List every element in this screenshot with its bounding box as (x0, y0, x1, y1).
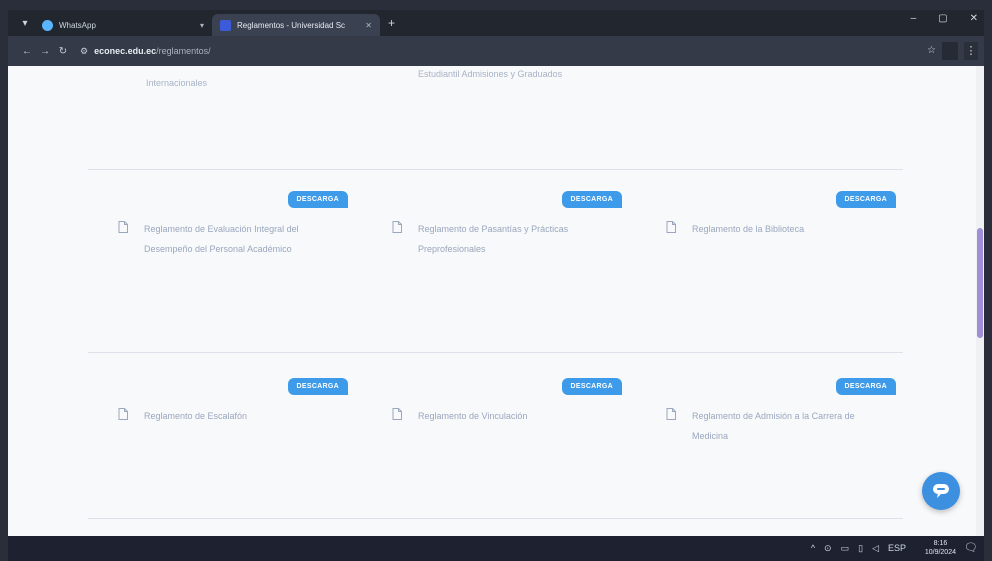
whatsapp-favicon-icon (42, 19, 53, 31)
address-bar: ← → ↻ ⚙ econec.edu.ec/reglamentos/ ☆ ⋮ (8, 36, 984, 66)
download-button[interactable]: DESCARGA (835, 378, 896, 395)
previous-card-title-fragment[interactable]: Estudiantil Admisiones y Graduados (418, 67, 578, 82)
previous-card-title-fragment[interactable]: Internacionales (146, 76, 207, 91)
regulation-link[interactable]: Reglamento de Pasantías y Prácticas Prep… (418, 219, 598, 259)
regulation-card: DESCARGA Reglamento de Vinculación (368, 378, 628, 488)
document-icon (118, 221, 128, 233)
document-icon (666, 221, 676, 233)
notifications-icon[interactable]: 🗨 (964, 541, 978, 554)
profile-avatar[interactable] (942, 42, 958, 60)
section-divider (88, 518, 903, 519)
regulation-card: DESCARGA Reglamento de Admisión a la Car… (642, 378, 902, 488)
download-button[interactable]: DESCARGA (287, 191, 348, 208)
forward-arrow-icon[interactable]: → (36, 46, 54, 57)
site-info-icon[interactable]: ⚙ (80, 46, 88, 57)
regulation-link[interactable]: Reglamento de Vinculación (418, 406, 598, 426)
document-icon (392, 221, 402, 233)
close-window-button[interactable]: ✕ (970, 13, 978, 24)
regulation-card: DESCARGA Reglamento de Evaluación Integr… (94, 191, 354, 301)
document-icon (118, 408, 128, 420)
page-scrollbar[interactable] (976, 66, 984, 536)
tab-title: Reglamentos - Universidad Sc (237, 20, 346, 30)
battery-icon[interactable]: ▭ (841, 543, 850, 554)
download-button[interactable]: DESCARGA (287, 378, 348, 395)
os-taskbar: ^ ⊙ ▭ ▯ ◁ ESP 8:16 10/9/2024 🗨 (8, 536, 984, 561)
show-hidden-icons-icon[interactable]: ^ (811, 543, 815, 554)
language-indicator[interactable]: ESP (888, 543, 906, 554)
bookmark-star-icon[interactable]: ☆ (927, 45, 936, 56)
regulation-link[interactable]: Reglamento de la Biblioteca (692, 219, 872, 239)
section-divider (88, 352, 903, 353)
reload-icon[interactable]: ↻ (54, 46, 72, 57)
scrollbar-thumb[interactable] (977, 228, 983, 338)
app-tray-icon[interactable]: ⊙ (824, 543, 832, 554)
taskbar-clock[interactable]: 8:16 10/9/2024 (925, 539, 956, 557)
download-button[interactable]: DESCARGA (561, 191, 622, 208)
document-icon (666, 408, 676, 420)
url-site: econec.edu.ec (94, 46, 157, 56)
regulation-card: DESCARGA Reglamento de Pasantías y Práct… (368, 191, 628, 301)
network-icon[interactable]: ▯ (858, 543, 863, 554)
maximize-button[interactable]: ▢ (938, 13, 947, 24)
url-field[interactable]: ⚙ econec.edu.ec/reglamentos/ (80, 46, 211, 57)
new-tab-button[interactable]: + (388, 16, 395, 30)
back-arrow-icon[interactable]: ← (18, 46, 36, 57)
chat-widget-button[interactable] (922, 472, 960, 510)
volume-icon[interactable]: ◁ (872, 543, 879, 554)
clock-time: 8:16 (933, 540, 948, 547)
section-divider (88, 169, 903, 170)
system-tray: ^ ⊙ ▭ ▯ ◁ ESP (811, 543, 906, 554)
regulation-link[interactable]: Reglamento de Admisión a la Carrera de M… (692, 406, 872, 446)
download-button[interactable]: DESCARGA (561, 378, 622, 395)
close-tab-icon[interactable]: ✕ (365, 21, 372, 30)
browser-tab-bar: ▾ WhatsApp ▾ Reglamentos - Universidad S… (8, 10, 984, 36)
chat-bubble-icon (933, 484, 949, 498)
tab-title: WhatsApp (59, 20, 96, 30)
site-favicon-icon (220, 19, 231, 31)
regulation-link[interactable]: Reglamento de Evaluación Integral del De… (144, 219, 324, 259)
document-icon (392, 408, 402, 420)
minimize-button[interactable]: – (911, 13, 917, 24)
regulation-link[interactable]: Reglamento de Escalafón (144, 406, 324, 426)
regulation-card: DESCARGA Reglamento de Escalafón (94, 378, 354, 488)
page-viewport: Internacionales Estudiantil Admisiones y… (8, 66, 984, 536)
url-path: /reglamentos/ (156, 46, 211, 56)
window-controls: – ▢ ✕ (911, 13, 978, 24)
download-button[interactable]: DESCARGA (835, 191, 896, 208)
clock-date: 10/9/2024 (924, 549, 956, 556)
regulation-card: DESCARGA Reglamento de la Biblioteca (642, 191, 902, 301)
tab-dropdown-icon[interactable]: ▾ (200, 21, 204, 30)
browser-menu-icon[interactable]: ⋮ (964, 42, 978, 60)
tab-whatsapp[interactable]: WhatsApp ▾ (34, 14, 212, 36)
tab-reglamentos[interactable]: Reglamentos - Universidad Sc ✕ (212, 14, 380, 36)
tab-search-icon[interactable]: ▾ (16, 14, 34, 32)
